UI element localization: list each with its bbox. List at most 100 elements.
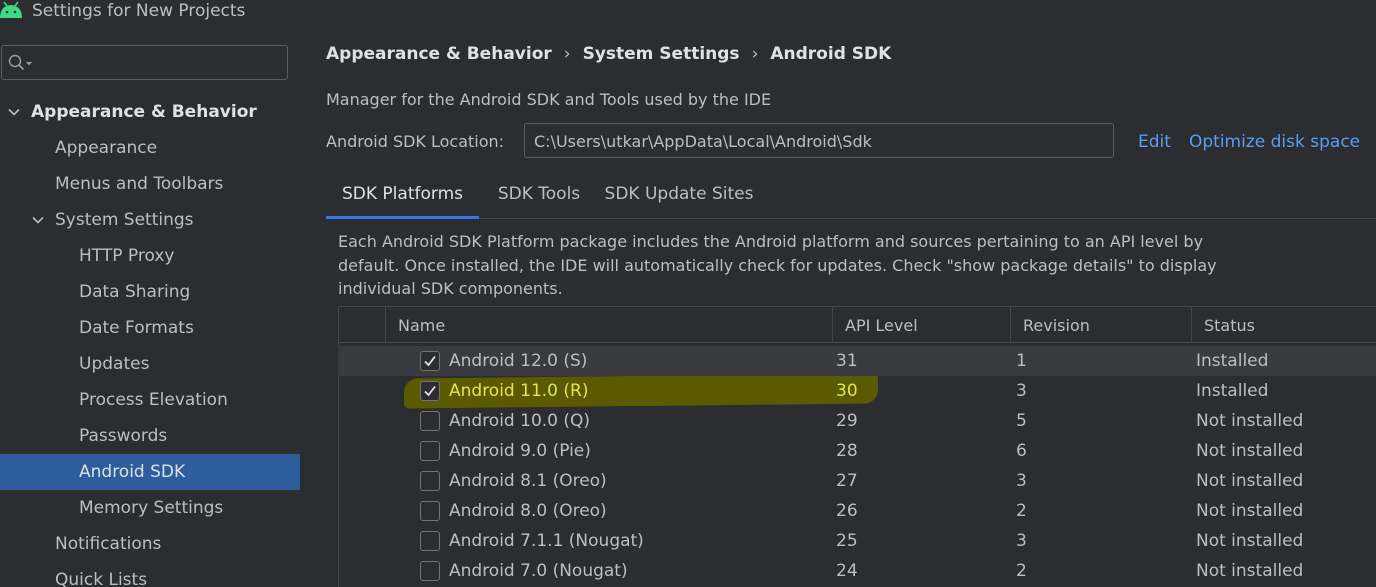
sidebar-item-appearance[interactable]: Appearance: [0, 130, 300, 166]
install-status: Installed: [1196, 351, 1269, 371]
sidebar-item-label: Notifications: [55, 534, 162, 554]
api-level: 24: [836, 561, 858, 581]
sidebar-item-label: Quick Lists: [55, 570, 148, 587]
sidebar-item-label: Process Elevation: [79, 390, 228, 410]
table-row[interactable]: Android 7.1.1 (Nougat) 25 3 Not installed: [338, 526, 1376, 556]
sidebar-item-label: Android SDK: [79, 462, 186, 482]
sidebar-item-notifications[interactable]: Notifications: [0, 526, 300, 562]
table-row[interactable]: Android 11.0 (R) 30 3 Installed: [338, 376, 1376, 406]
table-row[interactable]: Android 10.0 (Q) 29 5 Not installed: [338, 406, 1376, 436]
tab-sdk-platforms[interactable]: SDK Platforms: [326, 174, 479, 219]
package-checkbox[interactable]: [420, 531, 440, 551]
sdk-tabs: SDK Platforms SDK Tools SDK Update Sites: [326, 174, 1376, 219]
edit-link[interactable]: Edit: [1138, 132, 1171, 152]
chevron-down-icon: [8, 108, 20, 116]
sidebar-item-label: Updates: [79, 354, 150, 374]
package-name: Android 12.0 (S): [449, 351, 588, 371]
sdk-location-label: Android SDK Location:: [326, 132, 505, 151]
breadcrumb-separator-icon: ›: [751, 44, 759, 64]
breadcrumb-item-current: Android SDK: [770, 44, 892, 64]
package-name: Android 7.1.1 (Nougat): [449, 531, 644, 551]
package-checkbox[interactable]: [420, 501, 440, 521]
package-checkbox[interactable]: [420, 411, 440, 431]
install-status: Not installed: [1196, 471, 1304, 491]
package-checkbox[interactable]: [420, 471, 440, 491]
package-name: Android 10.0 (Q): [449, 411, 591, 431]
sidebar-item-label: Data Sharing: [79, 282, 191, 302]
revision: 3: [1016, 381, 1027, 401]
install-status: Not installed: [1196, 531, 1304, 551]
install-status: Not installed: [1196, 561, 1304, 581]
package-checkbox[interactable]: [420, 381, 440, 401]
checkbox-check-icon: [424, 355, 436, 367]
sidebar-item-system-settings[interactable]: System Settings: [0, 202, 300, 238]
android-icon: [0, 1, 22, 18]
sidebar-item-label: Memory Settings: [79, 498, 224, 518]
sidebar-item-passwords[interactable]: Passwords: [0, 418, 300, 454]
header-revision[interactable]: Revision: [1010, 307, 1191, 343]
install-status: Not installed: [1196, 441, 1304, 461]
package-name: Android 8.1 (Oreo): [449, 471, 607, 491]
title-bar: Settings for New Projects: [0, 0, 1376, 26]
api-level: 29: [836, 411, 858, 431]
api-level: 30: [836, 381, 858, 401]
revision: 2: [1016, 561, 1027, 581]
tab-sdk-update-sites[interactable]: SDK Update Sites: [599, 174, 759, 219]
package-name: Android 7.0 (Nougat): [449, 561, 628, 581]
revision: 3: [1016, 531, 1027, 551]
package-checkbox[interactable]: [420, 351, 440, 371]
chevron-down-icon: [32, 216, 44, 224]
sidebar-item-updates[interactable]: Updates: [0, 346, 300, 382]
header-name[interactable]: Name: [385, 307, 832, 343]
revision: 6: [1016, 441, 1027, 461]
search-icon: [8, 54, 32, 71]
sidebar-item-label: HTTP Proxy: [79, 246, 175, 266]
package-name: Android 8.0 (Oreo): [449, 501, 607, 521]
sidebar-item-label: System Settings: [55, 210, 194, 230]
breadcrumb: Appearance & Behavior › System Settings › An…: [326, 44, 891, 64]
table-row[interactable]: Android 8.1 (Oreo) 27 3 Not installed: [338, 466, 1376, 496]
revision: 2: [1016, 501, 1027, 521]
header-checkbox-column: [339, 307, 385, 343]
sidebar-item-memory-settings[interactable]: Memory Settings: [0, 490, 300, 526]
api-level: 31: [836, 351, 858, 371]
sdk-platforms-description: Each Android SDK Platform package includ…: [338, 232, 1217, 298]
package-name: Android 11.0 (R): [449, 381, 589, 401]
api-level: 26: [836, 501, 858, 521]
optimize-disk-space-link[interactable]: Optimize disk space: [1189, 132, 1360, 152]
breadcrumb-separator-icon: ›: [563, 44, 571, 64]
revision: 3: [1016, 471, 1027, 491]
revision: 1: [1016, 351, 1027, 371]
table-row[interactable]: Android 7.0 (Nougat) 24 2 Not installed: [338, 556, 1376, 586]
table-row[interactable]: Android 12.0 (S) 31 1 Installed: [338, 346, 1376, 376]
sidebar-item-menus-toolbars[interactable]: Menus and Toolbars: [0, 166, 300, 202]
sdk-location-field[interactable]: C:\Users\utkar\AppData\Local\Android\Sdk: [524, 123, 1114, 158]
breadcrumb-item[interactable]: Appearance & Behavior: [326, 44, 552, 64]
package-checkbox[interactable]: [420, 561, 440, 581]
api-level: 27: [836, 471, 858, 491]
install-status: Not installed: [1196, 501, 1304, 521]
sidebar-item-label: Appearance: [55, 138, 158, 158]
tab-sdk-tools[interactable]: SDK Tools: [479, 174, 599, 219]
sidebar-item-label: Appearance & Behavior: [31, 102, 257, 122]
window-title: Settings for New Projects: [32, 1, 246, 21]
sidebar-item-label: Passwords: [79, 426, 168, 446]
page-description: Manager for the Android SDK and Tools us…: [326, 90, 772, 109]
table-row[interactable]: Android 9.0 (Pie) 28 6 Not installed: [338, 436, 1376, 466]
settings-search-input[interactable]: [1, 45, 288, 80]
sidebar-item-android-sdk[interactable]: Android SDK: [0, 454, 300, 490]
package-checkbox[interactable]: [420, 441, 440, 461]
sidebar-item-appearance-behavior[interactable]: Appearance & Behavior: [0, 94, 300, 130]
sidebar-item-http-proxy[interactable]: HTTP Proxy: [0, 238, 300, 274]
install-status: Not installed: [1196, 411, 1304, 431]
sidebar-item-date-formats[interactable]: Date Formats: [0, 310, 300, 346]
table-row[interactable]: Android 8.0 (Oreo) 26 2 Not installed: [338, 496, 1376, 526]
sidebar-item-quick-lists[interactable]: Quick Lists: [0, 562, 300, 587]
sidebar-item-data-sharing[interactable]: Data Sharing: [0, 274, 300, 310]
header-status[interactable]: Status: [1191, 307, 1376, 343]
header-api-level[interactable]: API Level: [832, 307, 1010, 343]
breadcrumb-item[interactable]: System Settings: [583, 44, 740, 64]
sidebar-item-label: Menus and Toolbars: [55, 174, 224, 194]
sidebar-item-process-elevation[interactable]: Process Elevation: [0, 382, 300, 418]
table-header: Name API Level Revision Status: [339, 307, 1376, 343]
